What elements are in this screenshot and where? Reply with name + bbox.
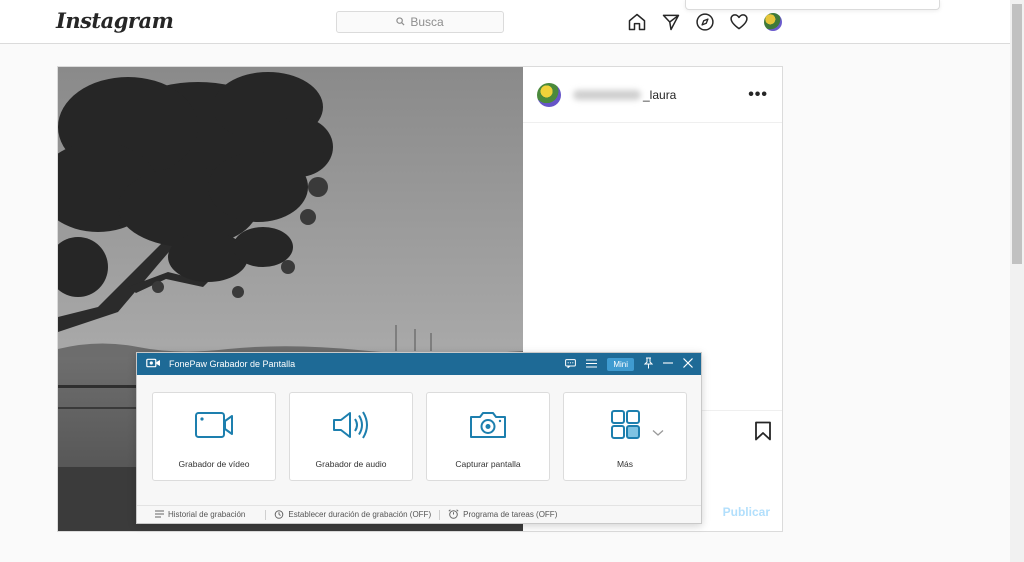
list-icon [155, 510, 164, 520]
post-header: _laura ••• [523, 67, 782, 123]
bookmark-icon[interactable] [754, 421, 772, 446]
close-icon[interactable] [683, 358, 693, 370]
direct-send-icon[interactable] [660, 11, 682, 33]
home-icon[interactable] [626, 11, 648, 33]
audio-recorder-label: Grabador de audio [315, 459, 387, 469]
divider [439, 509, 441, 520]
more-label: Más [616, 459, 634, 469]
recording-history-label: Historial de grabación [168, 510, 246, 519]
recording-history-link[interactable]: Historial de grabación [155, 510, 245, 520]
page-scrollbar[interactable] [1010, 0, 1024, 562]
search-input[interactable]: Busca [336, 11, 504, 33]
scrollbar-thumb[interactable] [1012, 4, 1022, 264]
explore-compass-icon[interactable] [694, 11, 716, 33]
fonepaw-titlebar[interactable]: FonePaw Grabador de Pantalla Mini [137, 353, 701, 375]
publish-button[interactable]: Publicar [723, 505, 770, 519]
activity-heart-icon[interactable] [728, 11, 750, 33]
username[interactable]: _laura [643, 88, 676, 102]
window-controls: Mini [565, 353, 693, 375]
speaker-icon [290, 410, 412, 440]
screen-capture-button[interactable]: Capturar pantalla [426, 392, 550, 481]
video-recorder-label: Grabador de vídeo [178, 459, 250, 469]
timer-icon [274, 509, 284, 521]
top-nav [626, 11, 784, 33]
set-duration-label: Establecer duración de grabación (OFF) [288, 510, 432, 519]
task-schedule-label: Programa de tareas (OFF) [463, 510, 558, 519]
app-camera-icon [146, 358, 161, 370]
search-placeholder: Busca [410, 15, 444, 29]
screen-capture-label: Capturar pantalla [455, 459, 521, 469]
pin-icon[interactable] [643, 357, 654, 371]
divider [265, 509, 267, 520]
camera-icon [427, 410, 549, 440]
feedback-icon[interactable] [565, 358, 577, 370]
search-icon [396, 15, 405, 29]
task-schedule-link[interactable]: Programa de tareas (OFF) [448, 508, 558, 521]
instagram-logo[interactable]: Instagram [56, 8, 174, 33]
recorder-options: Grabador de vídeo Grabador de audio Capt… [152, 392, 687, 481]
chevron-down-icon[interactable] [652, 424, 664, 442]
alarm-clock-icon [448, 508, 459, 521]
username-blurred [573, 89, 641, 100]
avatar [764, 13, 782, 31]
profile-avatar[interactable] [762, 11, 784, 33]
grid-icon [564, 410, 686, 440]
fonepaw-window: FonePaw Grabador de Pantalla Mini Grabad… [136, 352, 702, 524]
fonepaw-footer: Historial de grabación Establecer duraci… [137, 505, 701, 523]
video-camera-icon [153, 410, 275, 440]
dropdown-panel-edge [685, 0, 940, 10]
minimize-icon[interactable] [663, 358, 673, 370]
audio-recorder-button[interactable]: Grabador de audio [289, 392, 413, 481]
more-options-icon[interactable]: ••• [748, 86, 768, 104]
more-button[interactable]: Más [563, 392, 687, 481]
avatar[interactable] [537, 82, 561, 107]
menu-icon[interactable] [586, 359, 598, 370]
fonepaw-title: FonePaw Grabador de Pantalla [169, 359, 296, 369]
video-recorder-button[interactable]: Grabador de vídeo [152, 392, 276, 481]
mini-mode-button[interactable]: Mini [607, 357, 634, 371]
set-duration-link[interactable]: Establecer duración de grabación (OFF) [274, 509, 431, 521]
